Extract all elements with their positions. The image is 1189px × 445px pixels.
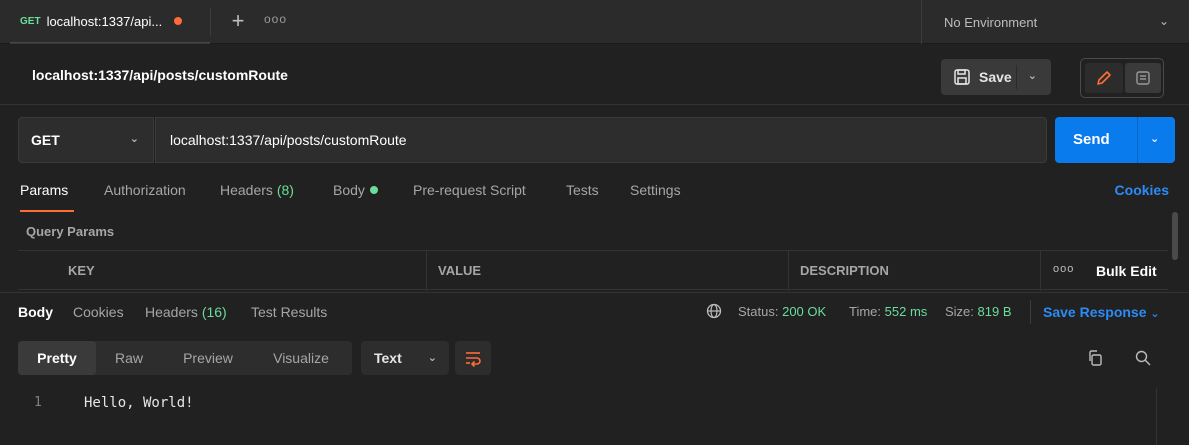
save-button[interactable]: Save ⌄ [941, 59, 1051, 95]
editor-scrollbar[interactable] [1156, 388, 1157, 445]
format-selector: Pretty Raw Preview Visualize [18, 341, 352, 375]
tab-settings[interactable]: Settings [630, 182, 681, 198]
save-label: Save [979, 69, 1012, 85]
copy-icon[interactable] [1086, 349, 1104, 367]
request-title[interactable]: localhost:1337/api/posts/customRoute [32, 67, 288, 83]
search-icon[interactable] [1134, 349, 1152, 367]
body-indicator-icon [369, 186, 378, 194]
tab-method: GET [20, 15, 41, 27]
save-response-label: Save Response [1043, 304, 1147, 320]
chevron-down-icon: ⌄ [427, 352, 437, 364]
column-divider[interactable] [788, 251, 789, 291]
tab-headers-label: Headers [220, 182, 273, 198]
response-tab-headers[interactable]: Headers (16) [145, 304, 227, 320]
response-divider[interactable] [0, 292, 1189, 293]
unsaved-dot-icon [174, 17, 183, 25]
more-horizontal-icon[interactable]: ooo [264, 12, 287, 26]
save-response-button[interactable]: Save Response ⌄ [1043, 304, 1160, 320]
tab-body[interactable]: Body [333, 182, 378, 198]
request-tab[interactable]: GET localhost:1337/api... [10, 0, 210, 44]
tab-authorization[interactable]: Authorization [104, 182, 186, 198]
format-preview[interactable]: Preview [168, 341, 248, 375]
status-value: 200 OK [782, 304, 827, 319]
size-indicator[interactable]: Size: 819 B [945, 304, 1012, 319]
send-divider [1137, 117, 1138, 163]
chevron-down-icon[interactable]: ⌄ [1150, 132, 1159, 145]
url-text: localhost:1337/api/posts/customRoute [170, 132, 407, 148]
globe-icon[interactable] [706, 303, 722, 319]
header-divider [0, 104, 1189, 105]
word-wrap-button[interactable] [455, 341, 491, 375]
format-pretty[interactable]: Pretty [18, 341, 96, 375]
response-type-label: Text [374, 350, 402, 366]
active-tab-indicator [20, 210, 74, 212]
response-line: Hello, World! [84, 395, 194, 411]
save-icon [954, 69, 970, 85]
format-raw[interactable]: Raw [104, 341, 154, 375]
query-params-label: Query Params [26, 224, 115, 239]
tab-divider [210, 8, 211, 36]
chevron-down-icon: ⌄ [1158, 14, 1169, 28]
chevron-down-icon: ⌄ [129, 133, 139, 145]
column-description: DESCRIPTION [800, 263, 889, 278]
request-scrollbar[interactable] [1172, 212, 1178, 260]
tab-tests[interactable]: Tests [566, 182, 599, 198]
bulk-edit-button[interactable]: Bulk Edit [1096, 263, 1157, 279]
request-tabs: Params Authorization Headers (8) Body Pr… [0, 182, 1189, 212]
save-divider [1016, 65, 1017, 89]
size-value: 819 B [977, 304, 1012, 319]
response-headers-label: Headers [145, 304, 198, 320]
line-number: 1 [34, 395, 42, 410]
status-label: Status: [738, 304, 779, 319]
environment-label: No Environment [944, 14, 1038, 30]
response-tab-cookies[interactable]: Cookies [73, 304, 124, 320]
headers-count: (8) [276, 182, 294, 198]
tab-body-label: Body [333, 182, 365, 198]
column-divider[interactable] [426, 251, 427, 291]
method-label: GET [31, 132, 60, 148]
status-divider [1030, 300, 1031, 324]
method-select[interactable]: GET ⌄ [18, 117, 154, 163]
response-type-select[interactable]: Text ⌄ [361, 341, 449, 375]
tab-title: localhost:1337/api... [46, 13, 163, 29]
documentation-icon[interactable] [1125, 63, 1161, 93]
pencil-icon[interactable] [1085, 63, 1123, 93]
column-value: VALUE [438, 263, 482, 278]
chevron-down-icon[interactable]: ⌄ [1028, 69, 1037, 82]
word-wrap-icon [466, 352, 481, 368]
status-indicator[interactable]: Status: 200 OK [738, 304, 826, 319]
column-key: KEY [68, 263, 95, 278]
format-visualize[interactable]: Visualize [258, 341, 344, 375]
tab-bar: GET localhost:1337/api... + ooo No Envir… [0, 0, 1189, 44]
chevron-down-icon: ⌄ [1150, 308, 1160, 320]
tab-headers[interactable]: Headers (8) [220, 182, 294, 198]
response-headers-count: (16) [201, 304, 227, 320]
time-indicator[interactable]: Time: 552 ms [849, 304, 927, 319]
environment-selector[interactable]: No Environment ⌄ [921, 0, 1189, 44]
params-table: KEY VALUE DESCRIPTION ooo Bulk Edit [18, 250, 1168, 291]
cookies-link[interactable]: Cookies [1115, 182, 1169, 198]
response-tab-body[interactable]: Body [18, 304, 53, 320]
response-tab-test-results[interactable]: Test Results [251, 304, 327, 320]
url-input[interactable]: localhost:1337/api/posts/customRoute [155, 117, 1047, 163]
tab-params[interactable]: Params [20, 182, 68, 198]
column-divider [1040, 251, 1041, 291]
view-mode-toggle [1080, 58, 1164, 98]
send-label: Send [1073, 131, 1110, 148]
send-button[interactable]: Send ⌄ [1055, 117, 1175, 163]
plus-icon[interactable]: + [226, 10, 250, 34]
size-label: Size: [945, 304, 974, 319]
time-value: 552 ms [884, 304, 928, 319]
more-horizontal-icon[interactable]: ooo [1053, 263, 1074, 275]
tab-prerequest-script[interactable]: Pre-request Script [413, 182, 526, 198]
time-label: Time: [849, 304, 882, 319]
